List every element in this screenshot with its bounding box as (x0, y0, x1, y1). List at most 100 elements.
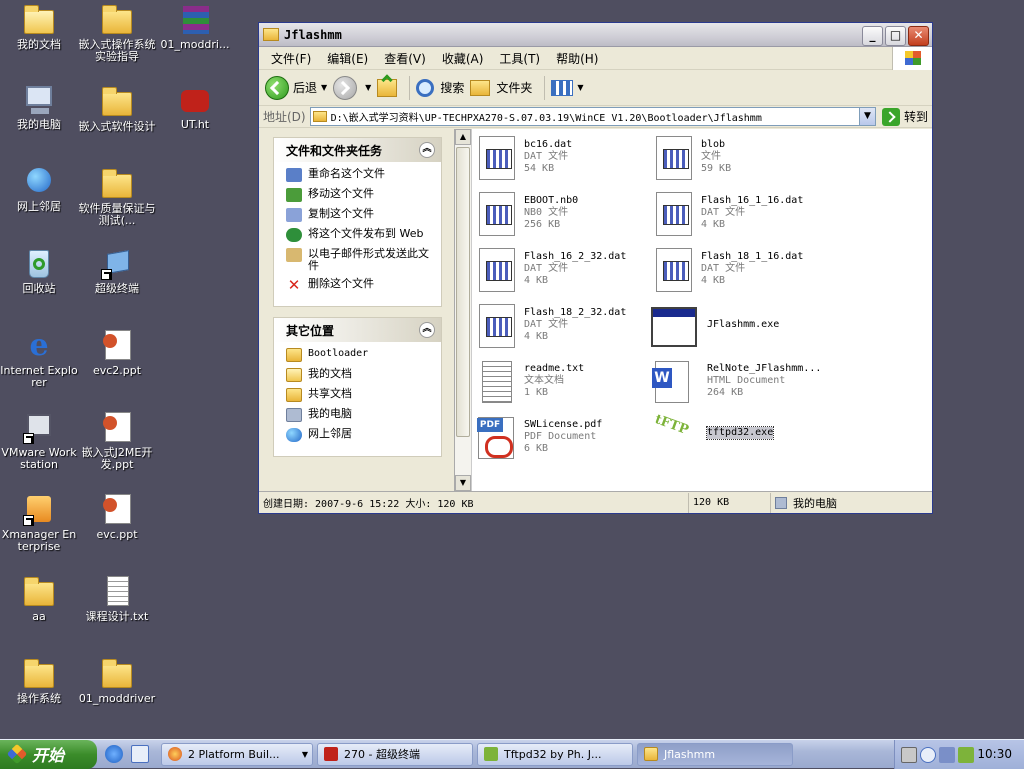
move-icon (286, 188, 302, 202)
file-item-flash-18-2-32[interactable]: Flash_18_2_32.dat DAT 文件 4 KB (478, 303, 626, 349)
task-copy-file[interactable]: 复制这个文件 (286, 208, 435, 222)
task-label: Tftpd32 by Ph. J... (504, 747, 602, 761)
file-item-flash-16-1-16[interactable]: Flash_16_1_16.dat DAT 文件 4 KB (655, 191, 803, 237)
chevron-down-icon[interactable]: ▼ (365, 83, 371, 92)
taskbar-item-platform-builder[interactable]: 2 Platform Buil... ▼ (161, 742, 313, 766)
views-button[interactable]: ▼ (551, 79, 584, 96)
file-name: Flash_18_2_32.dat (524, 307, 627, 318)
desktop-icon-internet-explorer[interactable]: e Internet Explorer (0, 330, 78, 389)
file-type: DAT 文件 (524, 263, 569, 274)
desktop-icon-my-computer[interactable]: 我的电脑 (0, 84, 78, 131)
desktop-icon-my-documents[interactable]: 我的文档 (0, 4, 78, 51)
menu-tools[interactable]: 工具(T) (491, 50, 548, 67)
forward-button[interactable]: ▼ (333, 75, 371, 100)
file-item-jflashmm-exe[interactable]: JFlashmm.exe (651, 305, 779, 351)
desktop-icon-aa[interactable]: aa (0, 576, 78, 623)
network-tray-icon[interactable] (939, 746, 955, 763)
search-button[interactable]: 搜索 (416, 78, 464, 97)
place-my-computer[interactable]: 我的电脑 (286, 408, 435, 422)
scroll-down-button[interactable]: ▼ (455, 475, 471, 491)
scroll-thumb[interactable] (456, 147, 470, 437)
collapse-chevron-icon[interactable]: ︽ (419, 142, 435, 158)
go-button[interactable]: 转到 (881, 107, 928, 126)
file-item-bc16[interactable]: bc16.dat DAT 文件 54 KB (478, 135, 572, 181)
start-button[interactable]: 开始 (0, 739, 97, 769)
file-tasks-header[interactable]: 文件和文件夹任务 ︽ (274, 138, 441, 162)
place-label: 共享文档 (308, 387, 352, 400)
back-button[interactable]: 后退 ▼ (265, 75, 327, 100)
desktop-icon-embedded-os-lab[interactable]: 嵌入式操作系统实验指导 (78, 4, 156, 63)
taskbar-item-tftpd32[interactable]: Tftpd32 by Ph. J... (477, 742, 633, 766)
desktop-icon-vmware[interactable]: VMware Workstation (0, 412, 78, 471)
hyperterminal-icon (324, 747, 338, 761)
menu-file[interactable]: 文件(F) (263, 50, 319, 67)
file-item-tftpd32[interactable]: tFTP tftpd32.exe (651, 412, 775, 459)
file-item-readme[interactable]: readme.txt 文本文档 1 KB (478, 359, 584, 405)
desktop-icon-01-moddri-archive[interactable]: 01_moddri... (156, 4, 234, 51)
address-input[interactable]: D:\嵌入式学习资料\UP-TECHPXA270-S.07.03.19\WinC… (309, 107, 860, 126)
copy-icon (286, 208, 302, 222)
ie-quicklaunch-icon[interactable] (105, 745, 123, 763)
tray-expand-icon[interactable] (920, 746, 936, 763)
folders-button[interactable]: 文件夹 (470, 79, 532, 96)
task-move-file[interactable]: 移动这个文件 (286, 188, 435, 202)
desktop-icon-hyperterminal[interactable]: 超级终端 (78, 248, 156, 295)
file-name: tftpd32.exe (705, 426, 775, 440)
place-bootloader[interactable]: Bootloader (286, 348, 435, 362)
show-desktop-icon[interactable] (131, 745, 149, 763)
file-item-eboot[interactable]: EBOOT.nb0 NB0 文件 256 KB (478, 191, 578, 237)
taskbar-item-hyperterminal[interactable]: 270 - 超级终端 (317, 742, 473, 766)
desktop-icon-ut-ht[interactable]: UT.ht (156, 84, 234, 131)
up-folder-button[interactable] (377, 73, 398, 97)
keyboard-icon[interactable] (901, 746, 917, 763)
task-rename-file[interactable]: 重命名这个文件 (286, 168, 435, 182)
chevron-down-icon[interactable]: ▼ (577, 83, 583, 92)
taskbar-item-jflashmm[interactable]: Jflashmm (637, 742, 793, 766)
desktop-icon-os[interactable]: 操作系统 (0, 658, 78, 705)
dat-file-icon (655, 135, 693, 181)
desktop-icon-recycle-bin[interactable]: 回收站 (0, 248, 78, 295)
place-my-documents[interactable]: 我的文档 (286, 368, 435, 382)
title-bar[interactable]: Jflashmm _ □ ✕ (259, 23, 932, 47)
search-icon (416, 78, 435, 97)
file-item-flash-18-1-16[interactable]: Flash_18_1_16.dat DAT 文件 4 KB (655, 247, 803, 293)
vertical-scrollbar[interactable]: ▲ ▼ (455, 129, 472, 491)
desktop-icon-evc2-ppt[interactable]: evc2.ppt (78, 330, 156, 377)
desktop-icon-evc-ppt[interactable]: evc.ppt (78, 494, 156, 541)
menu-help[interactable]: 帮助(H) (548, 50, 606, 67)
place-shared-documents[interactable]: 共享文档 (286, 388, 435, 402)
scroll-up-button[interactable]: ▲ (455, 129, 471, 145)
file-item-relnote[interactable]: RelNote_JFlashmm...HTML Document264 KB (651, 359, 821, 405)
task-publish-web[interactable]: 将这个文件发布到 Web (286, 228, 435, 242)
menu-favorites[interactable]: 收藏(A) (434, 50, 492, 67)
task-label: 删除这个文件 (308, 277, 374, 290)
task-delete-file[interactable]: ✕ 删除这个文件 (286, 277, 435, 293)
hyperterminal-icon (179, 84, 211, 116)
desktop-icon-network[interactable]: 网上邻居 (0, 166, 78, 213)
close-button[interactable]: ✕ (908, 26, 929, 46)
task-email-file[interactable]: 以电子邮件形式发送此文件 (286, 248, 435, 272)
tftpd-tray-icon[interactable] (958, 746, 974, 763)
menu-edit[interactable]: 编辑(E) (319, 50, 376, 67)
folder-icon (101, 168, 133, 200)
desktop-icon-j2me-ppt[interactable]: 嵌入式J2ME开发.ppt (78, 412, 156, 471)
desktop-icon-sqa[interactable]: 软件质量保证与测试(... (78, 168, 156, 227)
menu-view[interactable]: 查看(V) (376, 50, 434, 67)
maximize-button[interactable]: □ (885, 26, 906, 46)
file-name: JFlashmm.exe (707, 319, 780, 330)
collapse-chevron-icon[interactable]: ︽ (419, 322, 435, 338)
desktop-icon-01-moddriver[interactable]: 01_moddriver (78, 658, 156, 705)
minimize-button[interactable]: _ (862, 26, 883, 46)
file-item-swlicense[interactable]: SWLicense.pdfPDF Document6 KB (476, 415, 602, 461)
address-dropdown-button[interactable]: ▼ (858, 107, 876, 126)
file-item-flash-16-2-32[interactable]: Flash_16_2_32.dat DAT 文件 4 KB (478, 247, 626, 293)
chevron-down-icon[interactable]: ▼ (321, 83, 327, 92)
desktop-icon-course-txt[interactable]: 课程设计.txt (78, 576, 156, 623)
other-places-header[interactable]: 其它位置 ︽ (274, 318, 441, 342)
file-item-blob[interactable]: blob 文件 59 KB (655, 135, 731, 181)
place-network[interactable]: 网上邻居 (286, 428, 435, 442)
desktop-icon-embedded-software[interactable]: 嵌入式软件设计 (78, 86, 156, 133)
desktop-icon-xmanager[interactable]: Xmanager Enterprise (0, 494, 78, 553)
desktop-icon-label: UT.ht (180, 118, 210, 131)
file-type: DAT 文件 (701, 207, 746, 218)
